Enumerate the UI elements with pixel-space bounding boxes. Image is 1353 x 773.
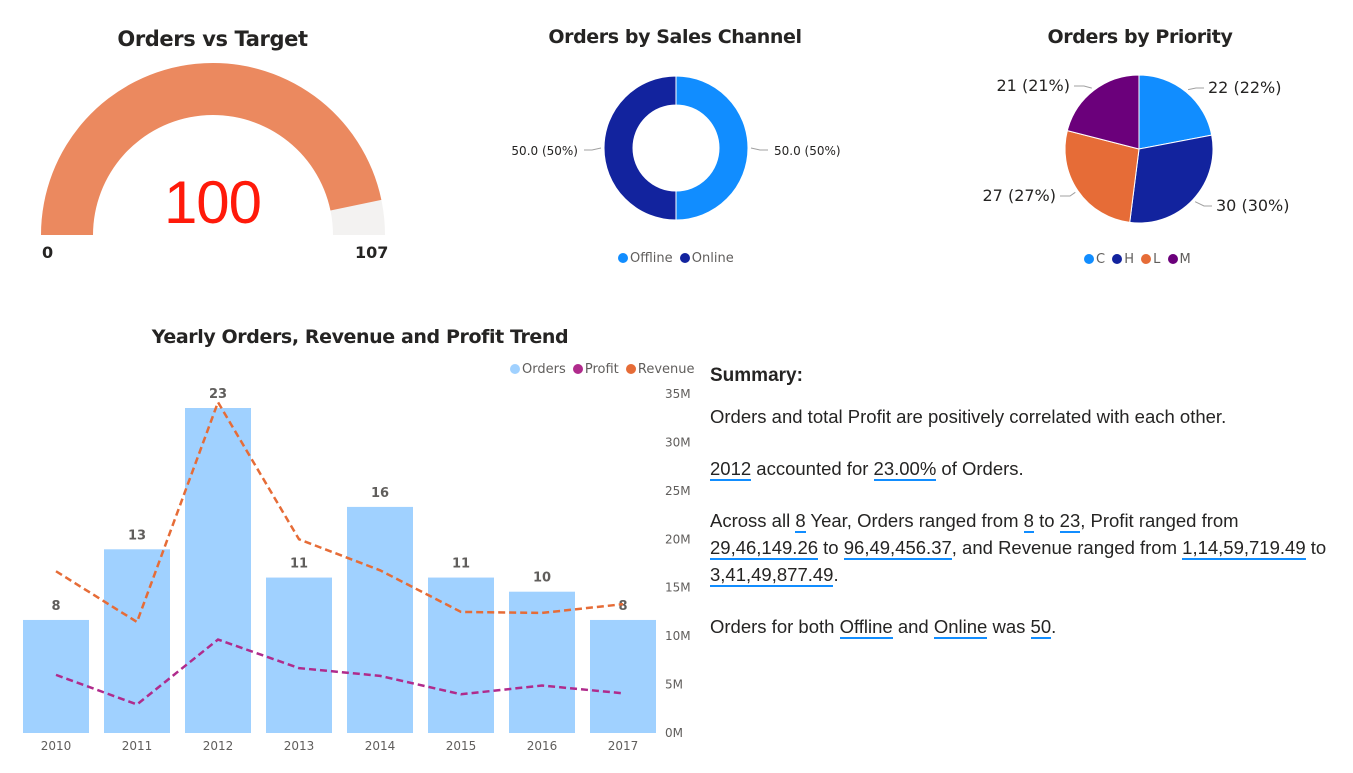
data-label: 27 (27%) xyxy=(983,186,1057,205)
bar-2010[interactable] xyxy=(23,619,89,733)
x-tick-label: 2014 xyxy=(365,739,396,753)
summary-link-year[interactable]: 2012 xyxy=(710,458,752,481)
summary-link-offline[interactable]: Offline xyxy=(839,616,893,639)
summary-panel: Summary: Orders and total Profit are pos… xyxy=(710,362,1330,665)
x-tick-label: 2016 xyxy=(527,739,558,753)
y-tick-label: 5M xyxy=(665,678,683,692)
summary-paragraph-2: 2012 accounted for 23.00% of Orders. xyxy=(710,458,1024,481)
legend-dot-icon xyxy=(572,364,583,374)
summary-link-online[interactable]: Online xyxy=(933,616,988,639)
summary-link-rmax[interactable]: 3,41,49,877.49 xyxy=(710,564,834,587)
legend-dot-icon xyxy=(1112,254,1123,264)
leader-line xyxy=(1187,87,1204,91)
slice-h[interactable] xyxy=(1129,134,1214,224)
legend-dot-icon xyxy=(625,364,636,374)
summary-link-rmin[interactable]: 1,14,59,719.49 xyxy=(1182,537,1306,560)
data-label: 22 (22%) xyxy=(1208,78,1282,97)
y-tick-label: 0M xyxy=(665,726,683,740)
x-tick-label: 2013 xyxy=(284,739,315,753)
summary-link-count[interactable]: 8 xyxy=(795,510,806,533)
channel-legend: Offline Online xyxy=(618,251,737,266)
leader-line xyxy=(1060,191,1076,197)
bar-2013[interactable] xyxy=(266,577,332,733)
x-tick-label: 2017 xyxy=(608,739,639,753)
legend-item-revenue[interactable]: Revenue xyxy=(625,362,695,377)
bar-2014[interactable] xyxy=(347,506,413,733)
summary-paragraph-4: Orders for both Offline and Online was 5… xyxy=(710,616,1057,639)
summary-link-value[interactable]: 50 xyxy=(1030,616,1052,639)
legend-dot-icon xyxy=(1141,254,1152,264)
legend-dot-icon xyxy=(679,253,690,263)
data-label: 50.0 (50%) xyxy=(511,144,578,158)
legend-dot-icon xyxy=(510,364,520,374)
bar-2011[interactable] xyxy=(104,549,170,733)
y-tick-label: 20M xyxy=(665,532,691,546)
bar-data-label: 8 xyxy=(618,599,627,614)
bar-2012[interactable] xyxy=(185,408,251,733)
bar-2016[interactable] xyxy=(509,591,575,733)
legend-item-offline[interactable]: Offline xyxy=(618,251,673,266)
channel-title: Orders by Sales Channel xyxy=(548,26,802,48)
trend-title: Yearly Orders, Revenue and Profit Trend xyxy=(151,326,569,348)
trend-legend: Orders Profit Revenue xyxy=(510,362,698,377)
x-tick-label: 2011 xyxy=(122,739,153,753)
legend-dot-icon xyxy=(1167,254,1178,264)
bar-data-label: 11 xyxy=(452,557,470,572)
summary-link-pmin[interactable]: 29,46,149.26 xyxy=(710,537,819,560)
summary-link-pct[interactable]: 23.00% xyxy=(873,458,937,481)
legend-item-profit[interactable]: Profit xyxy=(572,362,619,377)
legend-item-l[interactable]: L xyxy=(1141,252,1160,267)
gauge-value: 100 xyxy=(163,169,262,236)
legend-dot-icon xyxy=(618,253,628,263)
gauge-min-label: 0 xyxy=(42,243,54,262)
summary-link-omax[interactable]: 23 xyxy=(1059,510,1081,533)
bar-2017[interactable] xyxy=(590,619,656,733)
x-tick-label: 2012 xyxy=(203,739,234,753)
bar-data-label: 16 xyxy=(371,486,389,501)
leader-line xyxy=(1194,201,1212,207)
legend-item-online[interactable]: Online xyxy=(679,251,734,266)
legend-item-h[interactable]: H xyxy=(1112,252,1134,267)
legend-item-m[interactable]: M xyxy=(1167,252,1191,267)
data-label: 50.0 (50%) xyxy=(774,144,841,158)
bar-data-label: 23 xyxy=(209,387,227,402)
channel-donut-chart[interactable]: 50.0 (50%) 50.0 (50%) xyxy=(480,60,880,240)
summary-paragraph-3: Across all 8 Year, Orders ranged from 8 … xyxy=(710,510,1327,587)
bar-data-label: 13 xyxy=(128,528,146,543)
priority-pie-chart[interactable]: 22 (22%) 30 (30%) 27 (27%) 21 (21%) xyxy=(960,60,1340,250)
leader-line xyxy=(1074,85,1092,89)
leader-line xyxy=(750,147,768,151)
priority-title: Orders by Priority xyxy=(1047,26,1233,48)
summary-heading: Summary: xyxy=(710,365,803,386)
legend-item-orders[interactable]: Orders xyxy=(510,362,566,377)
gauge-max-label: 107 xyxy=(355,243,389,262)
slice-offline[interactable] xyxy=(675,75,749,221)
y-tick-label: 25M xyxy=(665,484,691,498)
x-tick-label: 2015 xyxy=(446,739,477,753)
bar-data-label: 10 xyxy=(533,571,551,586)
slice-online[interactable] xyxy=(603,75,677,221)
y-tick-label: 35M xyxy=(665,387,691,401)
trend-combo-chart[interactable]: 0M 5M 10M 15M 20M 25M 30M 35M 8 2010 13 2011 23 2012 1… xyxy=(0,380,700,770)
summary-link-pmax[interactable]: 96,49,456.37 xyxy=(843,537,952,560)
bar-data-label: 8 xyxy=(51,599,60,614)
y-tick-label: 15M xyxy=(665,581,691,595)
bar-data-label: 11 xyxy=(290,557,308,572)
data-label: 30 (30%) xyxy=(1216,196,1290,215)
priority-legend: C H L M xyxy=(1084,252,1194,267)
legend-item-c[interactable]: C xyxy=(1084,252,1105,267)
x-tick-label: 2010 xyxy=(41,739,72,753)
summary-paragraph-1: Orders and total Profit are positively c… xyxy=(710,406,1227,427)
data-label: 21 (21%) xyxy=(997,76,1071,95)
y-tick-label: 10M xyxy=(665,629,691,643)
y-tick-label: 30M xyxy=(665,435,691,449)
leader-line xyxy=(584,147,602,151)
summary-link-omin[interactable]: 8 xyxy=(1023,510,1034,533)
legend-dot-icon xyxy=(1084,254,1094,264)
